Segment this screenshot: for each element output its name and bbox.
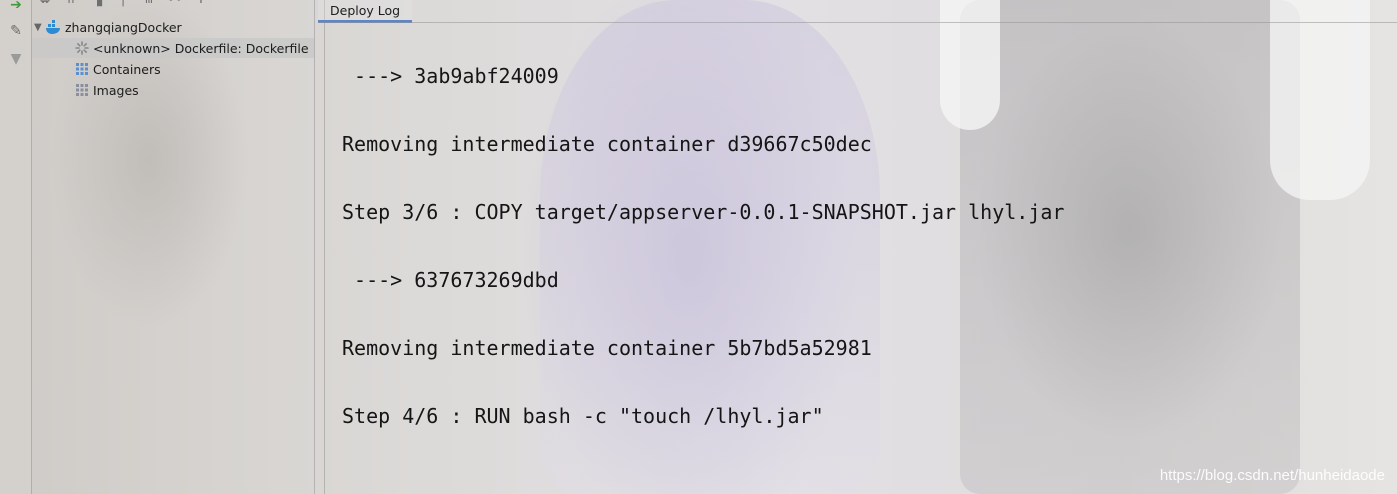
- loading-spinner-icon: [74, 40, 90, 56]
- tree-node-label: zhangqiangDocker: [65, 19, 182, 35]
- grid-icon: [74, 61, 90, 77]
- tab-label: Deploy Log: [330, 2, 401, 18]
- tab-deploy-log[interactable]: Deploy Log: [318, 0, 413, 23]
- docker-icon: [46, 19, 62, 35]
- tree-node-dockerfile[interactable]: <unknown> Dockerfile: Dockerfile: [32, 38, 314, 58]
- log-line: ---> 3ab9abf24009: [342, 64, 559, 88]
- panel-splitter[interactable]: [314, 0, 325, 494]
- watermark: https://blog.csdn.net/hunheidaode: [1159, 467, 1385, 484]
- deploy-log-console[interactable]: ---> 3ab9abf24009 Removing intermediate …: [326, 24, 1386, 494]
- tree-node-label: Containers: [93, 61, 161, 77]
- tree-node-images[interactable]: Images: [32, 80, 314, 100]
- log-line: Removing intermediate container 5b7bd5a5…: [342, 336, 872, 360]
- deploy-icon[interactable]: ➔: [7, 0, 25, 14]
- filter-icon[interactable]: ▼: [7, 50, 25, 68]
- tree-node-docker-root[interactable]: ▼ zhangqiangDocker: [32, 17, 314, 37]
- edit-icon[interactable]: ✎: [7, 22, 25, 40]
- tree-node-label: Images: [93, 82, 139, 98]
- left-toolbar: ➔ ✎ ▼: [0, 0, 32, 494]
- chevron-down-icon[interactable]: ▼: [34, 22, 46, 33]
- tab-divider: [318, 22, 1397, 23]
- log-line: Step 4/6 : RUN bash -c "touch /lhyl.jar": [342, 404, 824, 428]
- docker-tree-panel: ▼ zhangqiangDocker <unknown> Dockerfile:…: [32, 0, 315, 494]
- log-line: ---> 637673269dbd: [342, 268, 559, 292]
- log-line: Removing intermediate container d39667c5…: [342, 132, 872, 156]
- log-line: Step 3/6 : COPY target/appserver-0.0.1-S…: [342, 200, 1065, 224]
- tree-node-label: <unknown> Dockerfile: Dockerfile: [93, 40, 309, 56]
- grid-icon: [74, 82, 90, 98]
- tree-node-containers[interactable]: Containers: [32, 59, 314, 79]
